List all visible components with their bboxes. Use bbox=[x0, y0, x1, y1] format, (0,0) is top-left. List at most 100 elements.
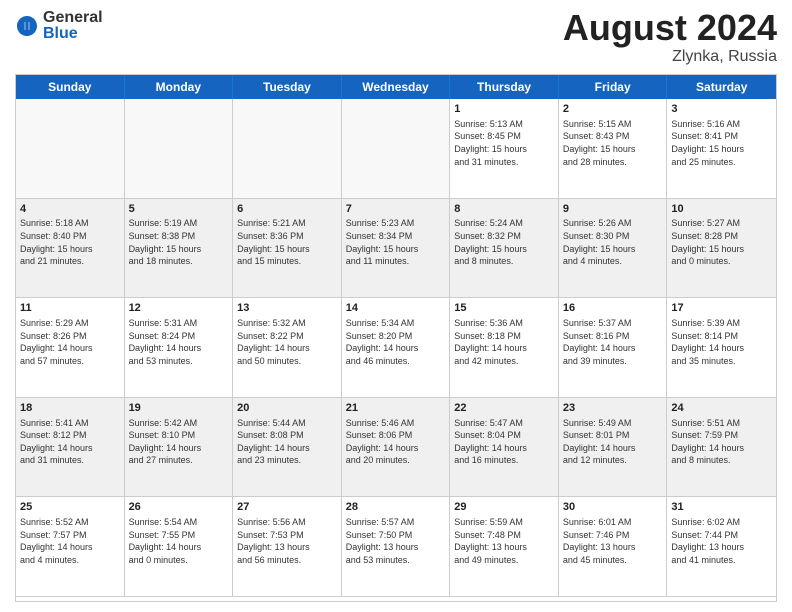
calendar-cell: 14Sunrise: 5:34 AM Sunset: 8:20 PM Dayli… bbox=[342, 298, 451, 398]
calendar-cell: 28Sunrise: 5:57 AM Sunset: 7:50 PM Dayli… bbox=[342, 497, 451, 597]
calendar-cell: 23Sunrise: 5:49 AM Sunset: 8:01 PM Dayli… bbox=[559, 398, 668, 498]
day-number: 16 bbox=[563, 301, 663, 316]
calendar-cell: 2Sunrise: 5:15 AM Sunset: 8:43 PM Daylig… bbox=[559, 99, 668, 199]
day-info: Sunrise: 5:24 AM Sunset: 8:32 PM Dayligh… bbox=[454, 217, 554, 267]
day-number: 9 bbox=[563, 202, 663, 217]
calendar-cell: 11Sunrise: 5:29 AM Sunset: 8:26 PM Dayli… bbox=[16, 298, 125, 398]
day-info: Sunrise: 5:57 AM Sunset: 7:50 PM Dayligh… bbox=[346, 516, 446, 566]
day-info: Sunrise: 5:18 AM Sunset: 8:40 PM Dayligh… bbox=[20, 217, 120, 267]
calendar-cell: 8Sunrise: 5:24 AM Sunset: 8:32 PM Daylig… bbox=[450, 199, 559, 299]
day-info: Sunrise: 5:51 AM Sunset: 7:59 PM Dayligh… bbox=[671, 417, 772, 467]
calendar-cell: 22Sunrise: 5:47 AM Sunset: 8:04 PM Dayli… bbox=[450, 398, 559, 498]
day-number: 14 bbox=[346, 301, 446, 316]
day-info: Sunrise: 5:31 AM Sunset: 8:24 PM Dayligh… bbox=[129, 317, 229, 367]
day-info: Sunrise: 5:44 AM Sunset: 8:08 PM Dayligh… bbox=[237, 417, 337, 467]
day-info: Sunrise: 5:42 AM Sunset: 8:10 PM Dayligh… bbox=[129, 417, 229, 467]
calendar-cell: 25Sunrise: 5:52 AM Sunset: 7:57 PM Dayli… bbox=[16, 497, 125, 597]
title-block: August 2024 Zlynka, Russia bbox=[563, 10, 777, 66]
title-month: August 2024 bbox=[563, 10, 777, 46]
calendar-cell: 27Sunrise: 5:56 AM Sunset: 7:53 PM Dayli… bbox=[233, 497, 342, 597]
day-info: Sunrise: 5:49 AM Sunset: 8:01 PM Dayligh… bbox=[563, 417, 663, 467]
day-info: Sunrise: 5:16 AM Sunset: 8:41 PM Dayligh… bbox=[671, 118, 772, 168]
day-number: 1 bbox=[454, 102, 554, 117]
calendar-cell: 19Sunrise: 5:42 AM Sunset: 8:10 PM Dayli… bbox=[125, 398, 234, 498]
calendar-cell: 15Sunrise: 5:36 AM Sunset: 8:18 PM Dayli… bbox=[450, 298, 559, 398]
weekday-sunday: Sunday bbox=[16, 75, 125, 99]
calendar-cell bbox=[16, 99, 125, 199]
weekday-saturday: Saturday bbox=[667, 75, 776, 99]
calendar-cell: 21Sunrise: 5:46 AM Sunset: 8:06 PM Dayli… bbox=[342, 398, 451, 498]
day-number: 23 bbox=[563, 401, 663, 416]
calendar-cell: 5Sunrise: 5:19 AM Sunset: 8:38 PM Daylig… bbox=[125, 199, 234, 299]
day-info: Sunrise: 5:26 AM Sunset: 8:30 PM Dayligh… bbox=[563, 217, 663, 267]
calendar-cell: 4Sunrise: 5:18 AM Sunset: 8:40 PM Daylig… bbox=[16, 199, 125, 299]
calendar-cell: 16Sunrise: 5:37 AM Sunset: 8:16 PM Dayli… bbox=[559, 298, 668, 398]
weekday-wednesday: Wednesday bbox=[342, 75, 451, 99]
calendar: Sunday Monday Tuesday Wednesday Thursday… bbox=[15, 74, 777, 602]
day-info: Sunrise: 5:46 AM Sunset: 8:06 PM Dayligh… bbox=[346, 417, 446, 467]
day-info: Sunrise: 5:56 AM Sunset: 7:53 PM Dayligh… bbox=[237, 516, 337, 566]
day-number: 21 bbox=[346, 401, 446, 416]
day-number: 7 bbox=[346, 202, 446, 217]
day-info: Sunrise: 5:36 AM Sunset: 8:18 PM Dayligh… bbox=[454, 317, 554, 367]
calendar-cell: 20Sunrise: 5:44 AM Sunset: 8:08 PM Dayli… bbox=[233, 398, 342, 498]
title-location: Zlynka, Russia bbox=[563, 48, 777, 66]
day-info: Sunrise: 5:13 AM Sunset: 8:45 PM Dayligh… bbox=[454, 118, 554, 168]
day-info: Sunrise: 6:02 AM Sunset: 7:44 PM Dayligh… bbox=[671, 516, 772, 566]
calendar-cell: 10Sunrise: 5:27 AM Sunset: 8:28 PM Dayli… bbox=[667, 199, 776, 299]
day-number: 27 bbox=[237, 500, 337, 515]
day-number: 5 bbox=[129, 202, 229, 217]
calendar-cell: 13Sunrise: 5:32 AM Sunset: 8:22 PM Dayli… bbox=[233, 298, 342, 398]
day-number: 17 bbox=[671, 301, 772, 316]
day-number: 4 bbox=[20, 202, 120, 217]
day-info: Sunrise: 6:01 AM Sunset: 7:46 PM Dayligh… bbox=[563, 516, 663, 566]
calendar-cell: 7Sunrise: 5:23 AM Sunset: 8:34 PM Daylig… bbox=[342, 199, 451, 299]
calendar-cell: 1Sunrise: 5:13 AM Sunset: 8:45 PM Daylig… bbox=[450, 99, 559, 199]
day-number: 2 bbox=[563, 102, 663, 117]
day-number: 24 bbox=[671, 401, 772, 416]
day-info: Sunrise: 5:59 AM Sunset: 7:48 PM Dayligh… bbox=[454, 516, 554, 566]
weekday-thursday: Thursday bbox=[450, 75, 559, 99]
day-info: Sunrise: 5:29 AM Sunset: 8:26 PM Dayligh… bbox=[20, 317, 120, 367]
day-number: 15 bbox=[454, 301, 554, 316]
day-info: Sunrise: 5:23 AM Sunset: 8:34 PM Dayligh… bbox=[346, 217, 446, 267]
day-number: 22 bbox=[454, 401, 554, 416]
day-info: Sunrise: 5:27 AM Sunset: 8:28 PM Dayligh… bbox=[671, 217, 772, 267]
day-info: Sunrise: 5:37 AM Sunset: 8:16 PM Dayligh… bbox=[563, 317, 663, 367]
calendar-cell: 9Sunrise: 5:26 AM Sunset: 8:30 PM Daylig… bbox=[559, 199, 668, 299]
day-info: Sunrise: 5:21 AM Sunset: 8:36 PM Dayligh… bbox=[237, 217, 337, 267]
day-number: 26 bbox=[129, 500, 229, 515]
day-number: 29 bbox=[454, 500, 554, 515]
logo-text: General Blue bbox=[43, 10, 103, 42]
day-info: Sunrise: 5:41 AM Sunset: 8:12 PM Dayligh… bbox=[20, 417, 120, 467]
day-number: 8 bbox=[454, 202, 554, 217]
day-number: 25 bbox=[20, 500, 120, 515]
day-number: 30 bbox=[563, 500, 663, 515]
calendar-cell bbox=[233, 99, 342, 199]
day-number: 20 bbox=[237, 401, 337, 416]
header: General Blue August 2024 Zlynka, Russia bbox=[15, 10, 777, 66]
day-info: Sunrise: 5:47 AM Sunset: 8:04 PM Dayligh… bbox=[454, 417, 554, 467]
day-number: 31 bbox=[671, 500, 772, 515]
calendar-body: 1Sunrise: 5:13 AM Sunset: 8:45 PM Daylig… bbox=[16, 99, 776, 597]
calendar-cell: 3Sunrise: 5:16 AM Sunset: 8:41 PM Daylig… bbox=[667, 99, 776, 199]
day-number: 13 bbox=[237, 301, 337, 316]
day-number: 18 bbox=[20, 401, 120, 416]
day-info: Sunrise: 5:15 AM Sunset: 8:43 PM Dayligh… bbox=[563, 118, 663, 168]
weekday-friday: Friday bbox=[559, 75, 668, 99]
day-number: 28 bbox=[346, 500, 446, 515]
calendar-cell: 17Sunrise: 5:39 AM Sunset: 8:14 PM Dayli… bbox=[667, 298, 776, 398]
logo-blue-text: Blue bbox=[43, 26, 103, 42]
logo-icon bbox=[15, 14, 39, 38]
weekday-tuesday: Tuesday bbox=[233, 75, 342, 99]
weekday-monday: Monday bbox=[125, 75, 234, 99]
day-info: Sunrise: 5:52 AM Sunset: 7:57 PM Dayligh… bbox=[20, 516, 120, 566]
calendar-cell: 29Sunrise: 5:59 AM Sunset: 7:48 PM Dayli… bbox=[450, 497, 559, 597]
calendar-cell: 24Sunrise: 5:51 AM Sunset: 7:59 PM Dayli… bbox=[667, 398, 776, 498]
logo: General Blue bbox=[15, 10, 103, 42]
calendar-header: Sunday Monday Tuesday Wednesday Thursday… bbox=[16, 75, 776, 99]
day-number: 10 bbox=[671, 202, 772, 217]
day-info: Sunrise: 5:32 AM Sunset: 8:22 PM Dayligh… bbox=[237, 317, 337, 367]
day-number: 11 bbox=[20, 301, 120, 316]
calendar-cell bbox=[125, 99, 234, 199]
